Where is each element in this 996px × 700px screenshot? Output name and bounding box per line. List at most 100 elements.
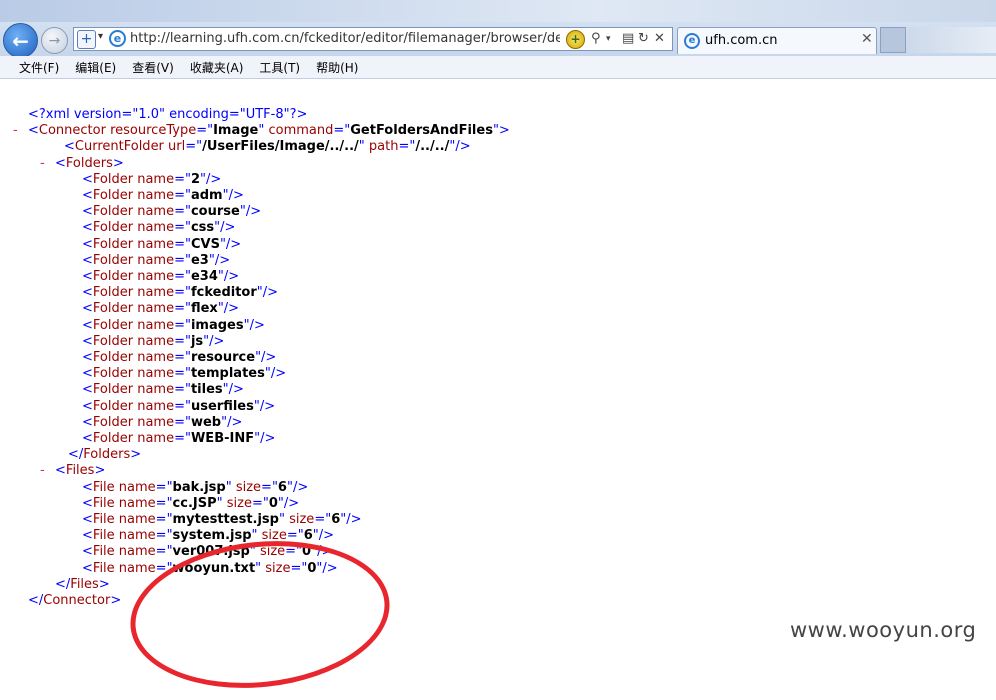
tag-name: File [92,512,115,527]
folder-name-attr-name: name [133,269,175,284]
bracket: /> [214,252,231,268]
folder-name-quote: =" [174,431,191,446]
address-url[interactable]: http://learning.ufh.com.cn/fckeditor/edi… [130,31,560,46]
bracket: /> [228,188,244,203]
new-tab-button[interactable] [880,27,906,53]
forward-arrow-icon: → [48,32,61,49]
folder-name-quote: =" [174,301,191,317]
address-bar[interactable]: + ▾ e http://learning.ufh.com.cn/fckedit… [73,27,673,51]
bracket: /> [262,285,279,301]
bracket: < [82,317,93,333]
file-name-quote: =" [155,479,173,495]
tag-name: File [92,495,115,511]
search-icon[interactable]: ⚲ [591,31,601,46]
menu-view[interactable]: 查看(V) [132,56,174,78]
tag-name: File [92,528,115,544]
back-arrow-icon: ← [12,28,29,53]
bracket: < [82,528,93,544]
menu-edit[interactable]: 编辑(E) [75,56,116,78]
xml-viewer: <?xml version="1.0" encoding="UTF-8"?> < C… [0,79,996,700]
tag-name: Folders [83,447,131,463]
folder-name-attr-value: tiles [190,382,223,398]
resource-type-quote: =" [196,123,214,139]
tag-name: Folder [92,414,134,430]
folder-entry: <Folder name="js"/> [82,334,224,350]
folder-name-attr-value: CVS [190,236,220,252]
folder-entry: <Folder name="images"/> [82,318,265,334]
tag-name: Folder [92,220,134,236]
folder-entry: <Folder name="css"/> [82,220,235,236]
declaration-text: <?xml version="1.0" encoding="UTF-8"?> [28,107,308,122]
bracket: > [130,447,142,463]
resource-type-attr-value: Image [213,123,259,139]
folder-name-quote: =" [174,398,191,414]
browser-tab[interactable]: e ufh.com.cn ✕ [677,27,877,54]
folder-name-quote: =" [174,236,191,252]
forward-button[interactable]: → [41,27,68,54]
close-tab-icon[interactable]: ✕ [861,31,873,47]
folder-entry: <Folder name="web"/> [82,415,242,431]
folder-name-attr-value: images [190,317,244,333]
folder-name-attr-value: flex [190,301,218,317]
bracket: < [82,236,93,252]
bracket: /> [346,512,362,527]
folder-entry: <Folder name="templates"/> [82,366,286,382]
folder-name-attr-name: name [133,414,175,430]
bracket: < [82,431,93,446]
back-button[interactable]: ← [3,23,38,58]
file-size-attr-value: 6 [331,512,341,527]
file-name-attr-value: mytesttest.jsp [172,512,279,527]
bracket: /> [259,398,276,414]
compat-doc-icon[interactable]: ▤ [622,31,634,46]
search-dropdown-icon[interactable]: ▾ [606,34,611,44]
file-size-attr-name: size [222,495,252,511]
collapse-toggle[interactable]: - [13,123,18,139]
tag-name: Folder [92,236,134,252]
bracket: < [82,188,93,203]
command-attr-name: command [264,123,334,139]
folder-name-attr-name: name [133,188,175,203]
path-attr-value: /../../ [415,139,450,155]
menu-favorites[interactable]: 收藏夹(A) [190,56,244,78]
refresh-icon[interactable]: ↻ [638,31,649,46]
folder-entry: <Folder name="WEB-INF"/> [82,431,275,447]
bracket: /> [223,301,240,317]
bracket: < [82,269,93,284]
file-size-quote: =" [314,512,332,527]
collapse-toggle[interactable]: - [40,463,45,479]
bracket: < [82,220,93,236]
file-entry: <File name="cc.JSP" size="0"/> [82,496,299,512]
compatibility-view-icon[interactable]: + [566,30,585,49]
bracket: /> [283,495,300,511]
bracket: /> [249,317,265,333]
folder-name-attr-name: name [133,431,175,446]
folder-entry: <Folder name="adm"/> [82,188,244,204]
tag-name: Folder [92,188,134,203]
menu-file[interactable]: 文件(F) [19,56,59,78]
file-name-quote: =" [155,512,173,527]
file-size-attr-value: 0 [268,495,278,511]
menu-help[interactable]: 帮助(H) [316,56,358,78]
tag-name: Files [70,576,99,592]
bracket: > [98,576,110,592]
bracket: /> [228,382,244,398]
chevron-down-icon[interactable]: ▾ [98,31,103,42]
folder-name-attr-name: name [133,382,175,398]
folder-name-quote: =" [174,220,191,236]
file-entry: <File name="mytesttest.jsp" size="6"/> [82,512,362,528]
tag-name: Folder [92,333,134,349]
add-favorite-icon[interactable]: + [77,30,96,49]
bracket: > [498,123,510,139]
collapse-toggle[interactable]: - [40,156,45,172]
stop-icon[interactable]: ✕ [654,31,665,46]
bracket: /> [220,220,236,236]
tag-name: Folder [92,398,134,414]
file-size-quote: =" [251,495,269,511]
menu-tools[interactable]: 工具(T) [259,56,300,78]
ie-page-icon: e [109,30,126,47]
folder-name-quote: =" [174,333,191,349]
folders-open: <Folders> [55,156,124,172]
bracket: < [82,171,93,187]
tag-name: Folder [92,269,134,284]
bracket: < [82,479,93,495]
